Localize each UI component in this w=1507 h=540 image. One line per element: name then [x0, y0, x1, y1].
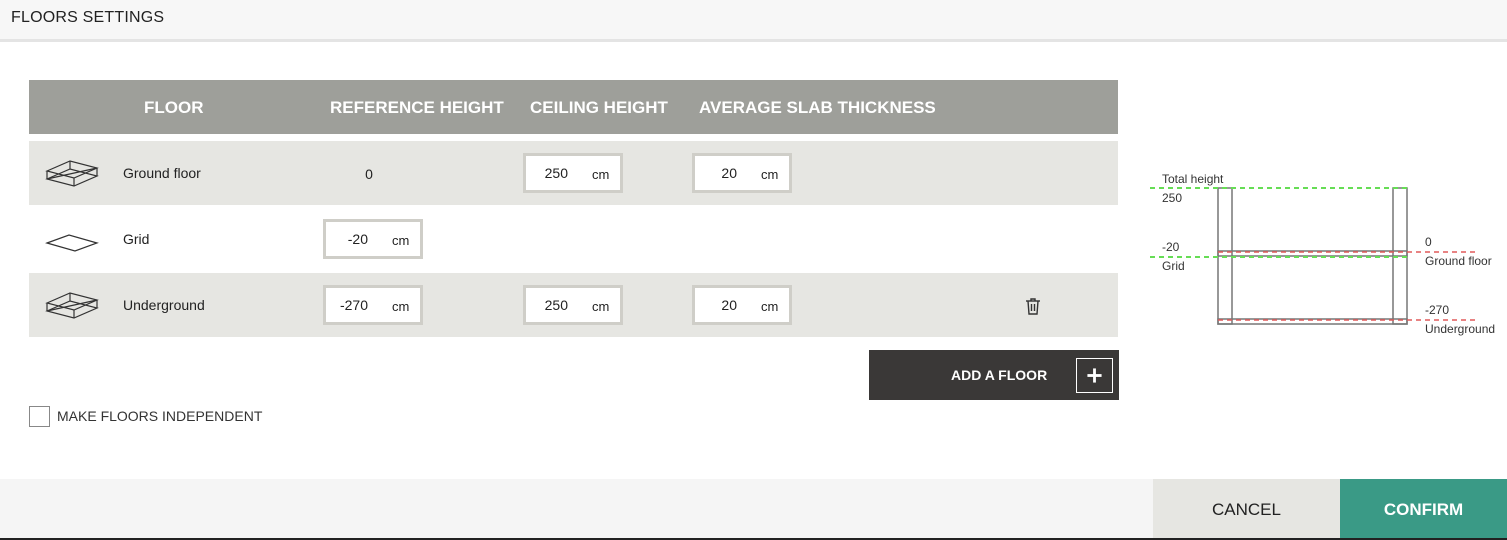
dialog-title: FLOORS SETTINGS [11, 9, 165, 26]
reference-height-input[interactable]: -20 cm [323, 219, 423, 259]
table-header: FLOOR REFERENCE HEIGHT CEILING HEIGHT AV… [29, 80, 1118, 134]
make-floors-independent-checkbox[interactable] [29, 406, 50, 427]
add-floor-label: ADD A FLOOR [951, 367, 1048, 383]
add-floor-button[interactable]: ADD A FLOOR [869, 350, 1119, 400]
floor-box-icon [45, 160, 99, 187]
floor-name: Ground floor [123, 165, 201, 181]
unit-label: cm [392, 233, 410, 248]
header-floor: FLOOR [144, 98, 204, 117]
reference-height-value: 0 [365, 166, 373, 182]
floor-row-grid: Grid -20 cm [29, 207, 1118, 273]
slab-thickness-input[interactable]: 20 cm [692, 285, 792, 325]
floor-row-ground-floor: Ground floor 0 250 cm 20 cm [29, 141, 1118, 207]
dialog-header: FLOORS SETTINGS [0, 0, 1507, 42]
unit-label: cm [761, 299, 779, 314]
ground-floor-value: 0 [1425, 235, 1432, 249]
total-height-value: 250 [1162, 191, 1182, 205]
header-reference-height: REFERENCE HEIGHT [330, 98, 504, 117]
unit-label: cm [592, 167, 610, 182]
floor-row-underground: Underground -270 cm 250 cm 20 cm [29, 273, 1118, 339]
grid-label: Grid [1162, 259, 1185, 273]
dialog-footer: CANCEL CONFIRM [0, 479, 1507, 540]
header-ceiling-height: CEILING HEIGHT [530, 98, 668, 117]
reference-height-input[interactable]: -270 cm [323, 285, 423, 325]
grid-plane-icon [45, 234, 99, 252]
ceiling-height-value: 250 [544, 165, 568, 181]
ground-floor-label: Ground floor [1425, 254, 1492, 268]
reference-height-value: -20 [347, 231, 368, 247]
unit-label: cm [392, 299, 410, 314]
floor-name: Underground [123, 297, 205, 313]
floor-name: Grid [123, 231, 150, 247]
unit-label: cm [761, 167, 779, 182]
floor-box-icon [45, 292, 99, 319]
ceiling-height-input[interactable]: 250 cm [523, 285, 623, 325]
trash-icon[interactable] [1025, 297, 1041, 315]
cancel-label: CANCEL [1212, 500, 1281, 519]
unit-label: cm [592, 299, 610, 314]
grid-value: -20 [1162, 240, 1180, 254]
plus-icon [1076, 358, 1113, 393]
floors-table: FLOOR REFERENCE HEIGHT CEILING HEIGHT AV… [29, 80, 1118, 339]
make-floors-independent-label: MAKE FLOORS INDEPENDENT [57, 408, 263, 424]
ceiling-height-value: 250 [544, 297, 568, 313]
cancel-button[interactable]: CANCEL [1153, 479, 1340, 538]
ceiling-height-input[interactable]: 250 cm [523, 153, 623, 193]
floors-section-diagram: Total height 250 -20 Grid 0 Ground floor… [1150, 172, 1495, 336]
confirm-button[interactable]: CONFIRM [1340, 479, 1507, 538]
underground-value: -270 [1425, 303, 1449, 317]
header-average-slab-thickness: AVERAGE SLAB THICKNESS [699, 98, 936, 117]
underground-label: Underground [1425, 322, 1495, 336]
slab-thickness-input[interactable]: 20 cm [692, 153, 792, 193]
total-height-label: Total height [1162, 172, 1224, 186]
reference-height-value: -270 [339, 297, 368, 313]
slab-thickness-value: 20 [721, 165, 737, 181]
slab-thickness-value: 20 [721, 297, 737, 313]
confirm-label: CONFIRM [1383, 500, 1464, 519]
